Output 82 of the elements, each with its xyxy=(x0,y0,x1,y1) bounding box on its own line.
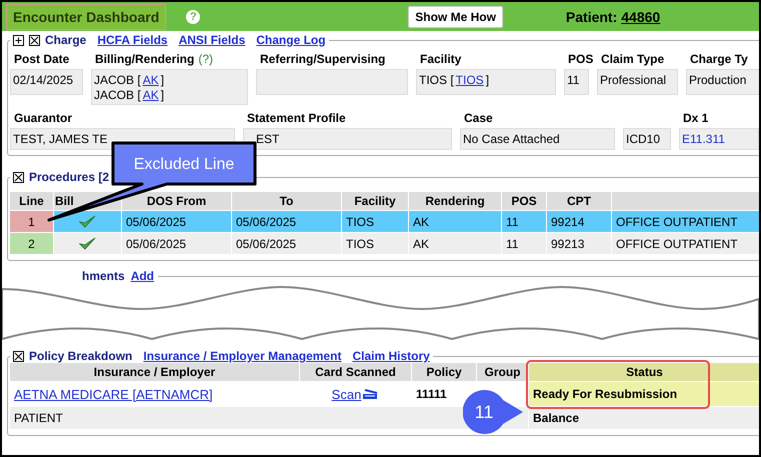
table-row[interactable]: 2 05/06/2025 05/06/2025 TIOS AK 11 99213 OFFICE OUTPATIENT xyxy=(10,233,759,255)
field-label: Facility xyxy=(420,52,462,68)
section-title: Procedures [2 xyxy=(29,170,110,184)
field-value: TIOS [ TIOS ] xyxy=(416,69,556,95)
field-label: POS xyxy=(568,52,594,68)
column-header: Bill xyxy=(55,194,74,208)
field-label: Charge Ty xyxy=(690,52,748,68)
section-title: hments xyxy=(82,269,125,283)
table-cell: 11 xyxy=(506,214,518,228)
section-link[interactable]: ANSI Fields xyxy=(178,33,246,47)
field-label: Case xyxy=(464,111,493,127)
field-label: Dx 1 xyxy=(683,111,708,127)
table-cell: TIOS xyxy=(346,236,374,250)
column-header: Card Scanned xyxy=(315,365,396,379)
insurance-link[interactable]: AETNA MEDICARE [AETNAMCR] xyxy=(14,386,213,402)
scan-link[interactable]: Scan xyxy=(332,386,362,402)
expand-icon[interactable] xyxy=(13,34,24,46)
field-label: Guarantor xyxy=(14,111,72,127)
section-title: Policy Breakdown xyxy=(29,349,132,363)
table-cell: AK xyxy=(413,236,430,250)
table-cell: 05/06/2025 xyxy=(126,236,186,250)
table-cell: OFFICE OUTPATIENT xyxy=(616,236,738,250)
section-link[interactable]: Claim History xyxy=(352,349,430,363)
show-me-how-button[interactable]: Show Me How xyxy=(408,6,503,28)
field-value: ICD10 xyxy=(623,128,671,150)
section-title: Charge xyxy=(45,33,86,47)
column-header: CPT xyxy=(567,194,591,208)
field-label: Statement Profile xyxy=(247,111,346,127)
field-value: 02/14/2025 xyxy=(10,69,83,95)
table-cell: 05/06/2025 xyxy=(236,214,296,228)
help-hint[interactable]: (?) xyxy=(198,52,214,69)
column-header: Insurance / Employer xyxy=(94,365,216,379)
table-cell: 11111 xyxy=(416,387,447,401)
column-header: Rendering xyxy=(425,194,485,208)
field-value: Professional xyxy=(597,69,678,95)
value-link[interactable]: AK xyxy=(142,88,159,102)
page-title: Encounter Dashboard xyxy=(6,4,166,30)
column-header: To xyxy=(280,194,294,208)
scanner-icon[interactable] xyxy=(361,388,380,400)
line-cell: 2 xyxy=(10,233,54,254)
step-marker-tooltip: 11 xyxy=(463,390,525,434)
value-link[interactable]: AK xyxy=(142,73,159,87)
column-header: Facility xyxy=(354,194,396,208)
table-cell: Balance xyxy=(533,411,580,425)
table-cell: 05/06/2025 xyxy=(236,236,296,250)
table-cell: 11 xyxy=(506,236,518,250)
add-link[interactable]: Add xyxy=(130,269,154,283)
value-link[interactable]: TIOS xyxy=(456,73,484,87)
column-header: Policy xyxy=(426,365,462,379)
diagnosis-link[interactable]: E11.311 xyxy=(682,132,725,146)
column-header: POS xyxy=(511,194,537,208)
patient-label: Patient: xyxy=(566,8,618,24)
collapse-icon[interactable] xyxy=(13,172,24,182)
field-label: Claim Type xyxy=(601,52,664,68)
table-cell: 05/06/2025 xyxy=(126,214,186,228)
column-header: DOS From xyxy=(146,194,206,208)
field-label: Referring/Supervising xyxy=(260,52,386,68)
table-cell: TIOS xyxy=(346,214,374,228)
section-link[interactable]: Insurance / Employer Management xyxy=(143,349,342,363)
table-cell: OFFICE OUTPATIENT xyxy=(616,214,738,228)
table-cell: PATIENT xyxy=(14,411,63,425)
table-cell: 99213 xyxy=(551,236,584,250)
table-cell: 99214 xyxy=(551,214,584,228)
field-label: Post Date xyxy=(14,52,70,68)
field-label: Billing/Rendering xyxy=(95,52,194,68)
status-cell: Ready For Resubmission xyxy=(533,387,678,401)
field-value: No Case Attached xyxy=(460,128,615,150)
column-header: Status xyxy=(626,365,663,379)
column-header: Line xyxy=(19,194,44,208)
field-value: Production xyxy=(686,69,759,95)
section-link[interactable]: Change Log xyxy=(256,33,326,47)
line-cell: 1 xyxy=(10,211,54,232)
collapse-icon[interactable] xyxy=(13,350,24,362)
table-cell: AK xyxy=(413,214,430,228)
column-header: Group xyxy=(484,365,520,379)
patient-id[interactable]: 44860 xyxy=(621,8,660,24)
field-value: EST xyxy=(243,128,452,150)
field-value: JACOB [ AK ] JACOB [ AK ] xyxy=(91,69,248,105)
section-link[interactable]: HCFA Fields xyxy=(97,33,168,47)
table-row[interactable]: 1 05/06/2025 05/06/2025 TIOS AK 11 99214 OFFICE OUTPATIENT xyxy=(10,211,759,233)
collapse-icon[interactable] xyxy=(29,34,40,46)
field-value: 11 xyxy=(564,69,589,95)
